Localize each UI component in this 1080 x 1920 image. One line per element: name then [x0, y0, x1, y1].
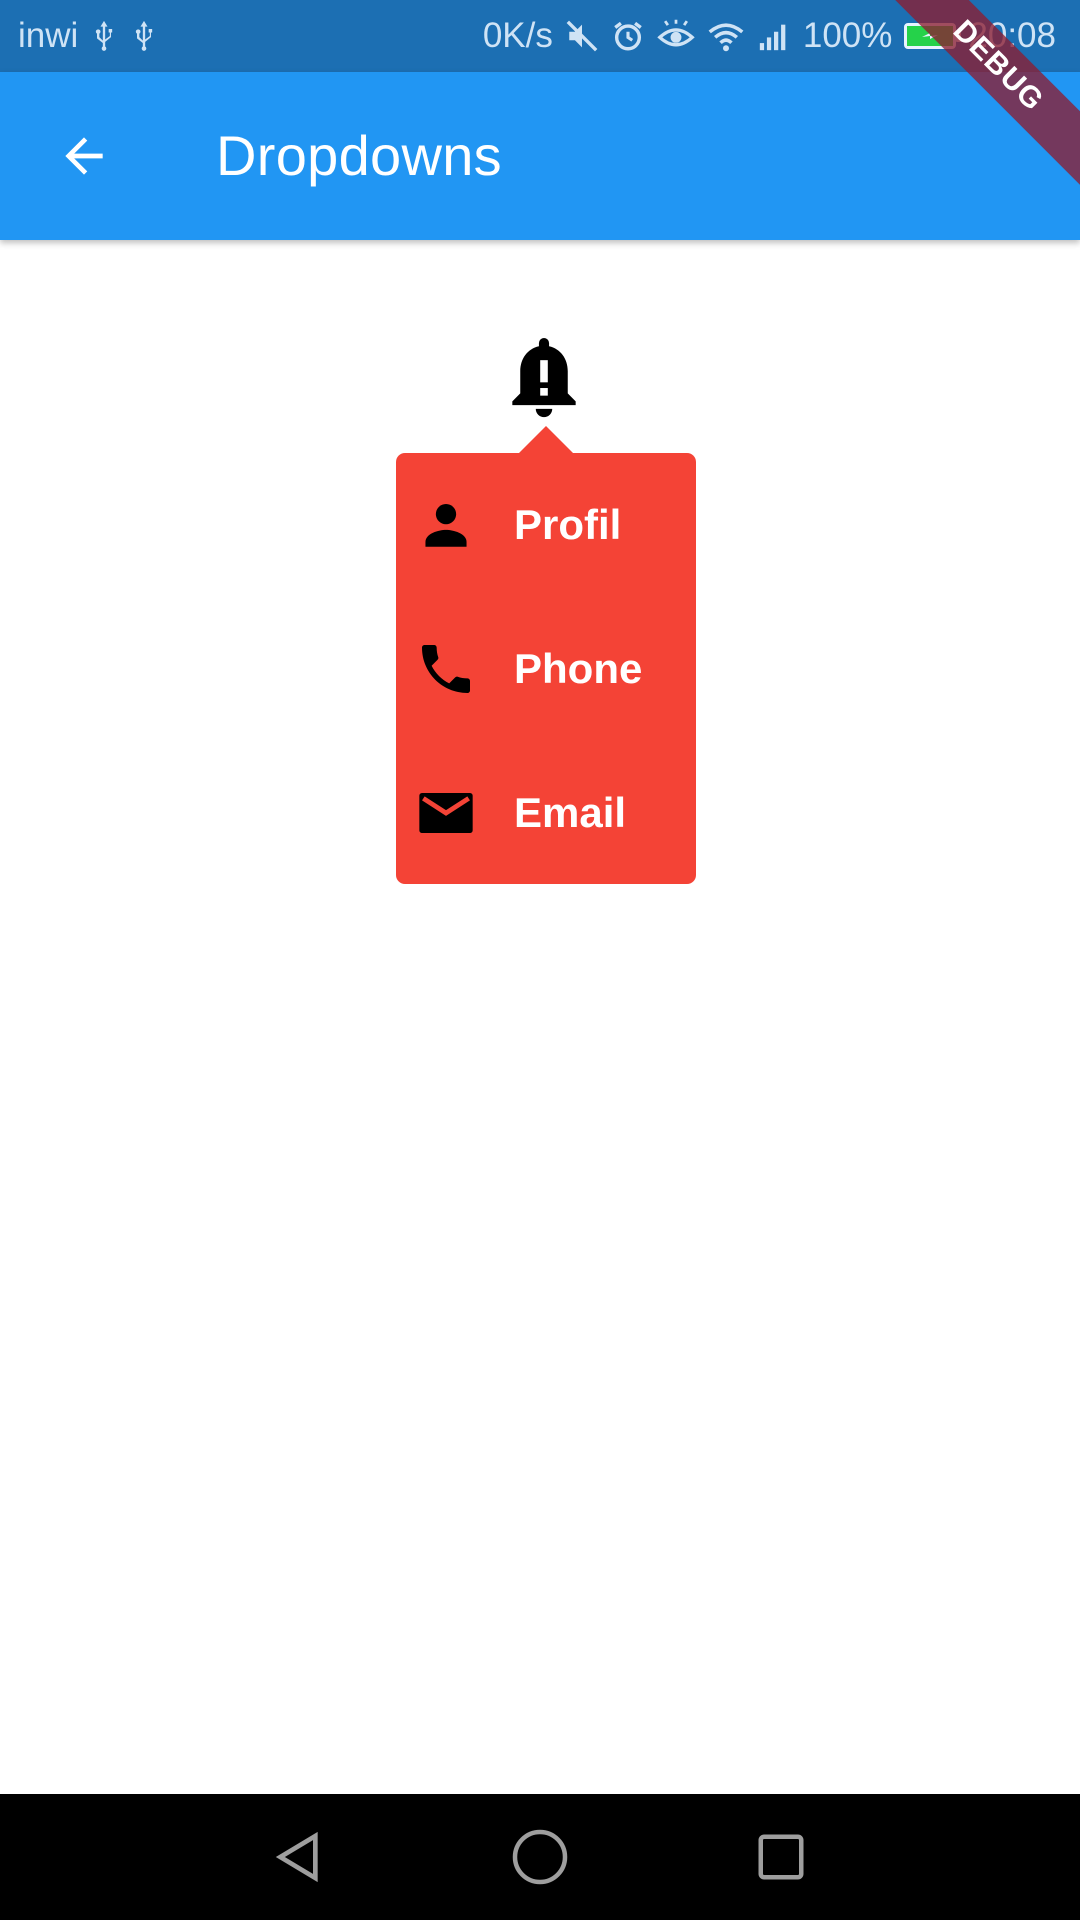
wifi-icon — [707, 19, 745, 53]
eye-icon — [657, 19, 695, 53]
notification-important-icon — [512, 338, 576, 418]
system-nav-bar — [0, 1794, 1080, 1920]
nav-back-button[interactable] — [264, 1822, 334, 1892]
back-triangle-icon — [275, 1831, 318, 1883]
arrow-back-icon — [65, 137, 103, 175]
alarm-icon — [611, 19, 645, 53]
menu-item-label: Email — [514, 789, 627, 836]
menu-item-label: Phone — [514, 645, 643, 692]
dropdown-menu: Profil Phone Email — [396, 453, 696, 884]
app-bar: Dropdowns — [0, 72, 1080, 240]
back-button[interactable] — [48, 120, 120, 192]
email-icon — [414, 781, 478, 845]
status-left: inwi — [18, 0, 158, 72]
usb-icon — [130, 18, 158, 54]
menu-item-email[interactable]: Email — [396, 741, 696, 885]
network-speed: 0K/s — [482, 16, 553, 55]
page-title: Dropdowns — [216, 124, 502, 187]
phone-icon — [414, 637, 478, 701]
carrier-label: inwi — [18, 16, 79, 55]
mute-icon — [565, 19, 599, 53]
dropdown-pointer — [518, 426, 574, 454]
recents-square-icon — [758, 1834, 804, 1880]
notification-bell-button[interactable] — [506, 330, 582, 422]
nav-recents-button[interactable] — [746, 1822, 816, 1892]
signal-icon — [757, 19, 791, 53]
menu-item-phone[interactable]: Phone — [396, 597, 696, 741]
menu-item-profil[interactable]: Profil — [396, 453, 696, 597]
nav-home-button[interactable] — [505, 1822, 575, 1892]
home-circle-icon — [512, 1829, 568, 1885]
battery-percent: 100% — [802, 16, 893, 55]
person-icon — [414, 493, 478, 557]
usb-icon — [90, 18, 118, 54]
menu-item-label: Profil — [514, 501, 622, 548]
